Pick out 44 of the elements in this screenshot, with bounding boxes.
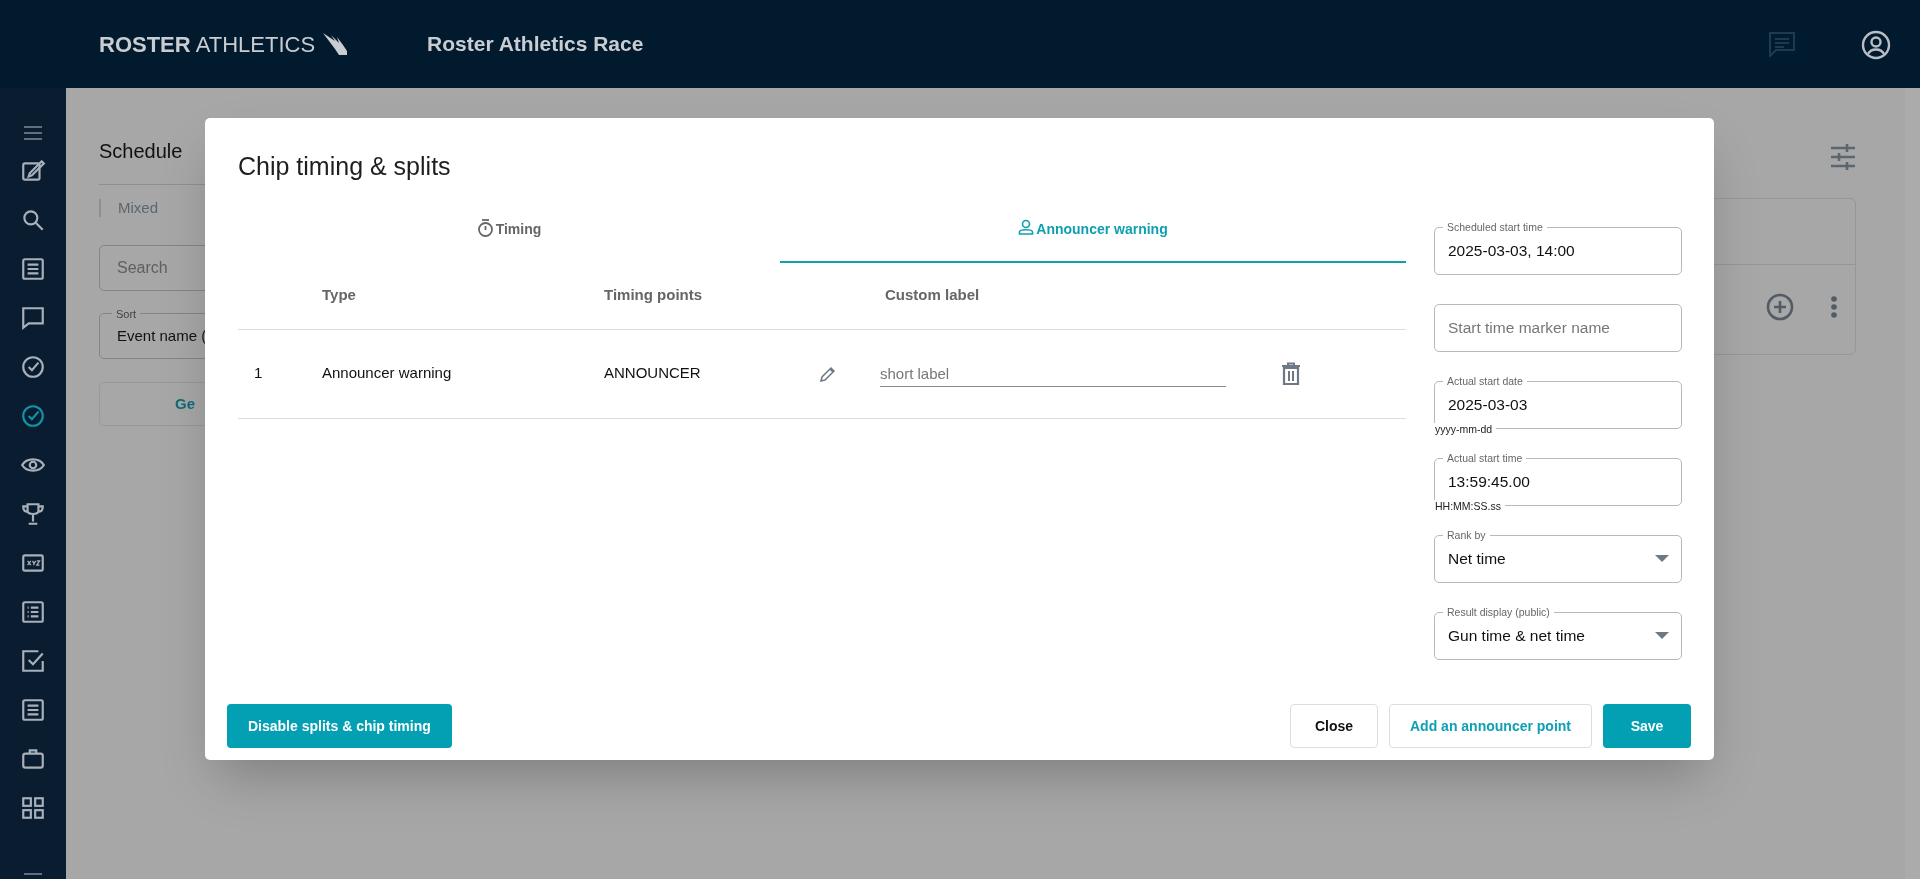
brand-name: ATHLETICS [195,30,316,59]
column-header: Custom label [885,285,980,306]
tab[interactable]: Announcer warning [780,215,1406,263]
dialog-button[interactable]: Save [1603,704,1691,748]
checkbox-icon[interactable] [20,648,46,674]
check-circle-icon[interactable] [20,403,46,429]
brand-name: ROSTER [99,30,191,59]
row-number: 1 [253,363,264,384]
delete-icon[interactable] [1281,361,1301,386]
table-cell-text: Announcer warning [322,363,453,384]
dialog-button[interactable]: Disable splits & chip timing [227,704,452,748]
account-icon[interactable] [1861,30,1891,60]
dropdown-arrow-icon [1655,632,1669,639]
document-icon[interactable] [20,256,46,282]
search-icon[interactable] [20,207,46,233]
trophy-icon[interactable] [20,501,46,527]
label-input[interactable]: short label [880,360,1226,387]
app-title: Roster Athletics Race [427,31,644,58]
hint-text: yyyy-mm-dd [1434,422,1497,435]
hint-text: HH:MM:SS.ss [1434,499,1505,512]
pencil-icon[interactable] [819,364,837,383]
dialog-button[interactable]: Close [1289,704,1378,748]
chat-icon[interactable] [20,305,46,331]
check-circle-icon[interactable] [20,354,46,380]
briefcase-icon[interactable] [20,746,46,772]
pencil-square-icon[interactable] [20,158,46,184]
column-header: Timing points [604,285,704,306]
person-icon [1018,218,1035,235]
page-heading: Schedule [99,139,183,164]
grid-icon[interactable] [20,795,46,821]
dialog-button[interactable]: Add an announcer point [1389,704,1592,748]
dialog-title: Chip timing & splits [238,151,452,182]
table-cell-text: ANNOUNCER [604,363,702,384]
tab[interactable]: Timing [238,215,780,263]
column-header: Type [322,285,357,306]
menu-icon[interactable] [23,126,43,140]
stopwatch-icon [476,218,494,237]
dropdown-arrow-icon [1655,555,1669,562]
add-circle-icon[interactable] [1766,293,1794,321]
list-icon[interactable] [20,599,46,625]
input-field[interactable]: Start time marker name [1434,303,1682,352]
scrollbar[interactable] [1905,88,1920,879]
more-options-icon[interactable] [1830,295,1838,319]
document-icon[interactable] [20,697,46,723]
